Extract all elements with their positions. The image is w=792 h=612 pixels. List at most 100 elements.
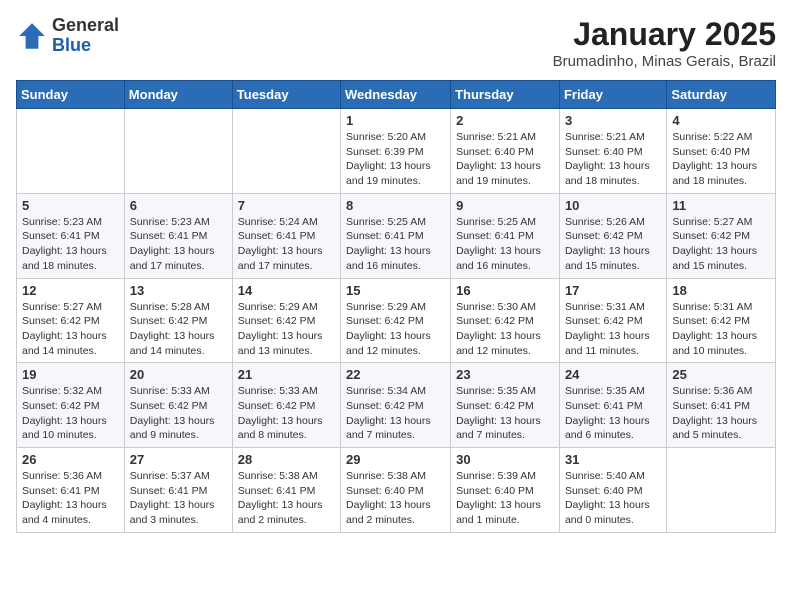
day-info: Sunrise: 5:21 AM Sunset: 6:40 PM Dayligh… xyxy=(565,130,661,189)
day-number: 13 xyxy=(130,283,227,298)
table-row: 8Sunrise: 5:25 AM Sunset: 6:41 PM Daylig… xyxy=(341,193,451,278)
logo-icon xyxy=(16,20,48,52)
day-info: Sunrise: 5:37 AM Sunset: 6:41 PM Dayligh… xyxy=(130,469,227,528)
table-row: 20 Sunrise: 5:33 AM Sunset: 6:42 PM Dayli… xyxy=(124,363,232,448)
calendar-week-2: 5Sunrise: 5:23 AM Sunset: 6:41 PM Daylig… xyxy=(17,193,776,278)
table-row: 10Sunrise: 5:26 AM Sunset: 6:42 PM Dayli… xyxy=(559,193,666,278)
table-row: 29Sunrise: 5:38 AM Sunset: 6:40 PM Dayli… xyxy=(341,448,451,533)
day-info: Sunrise: 5:35 AM Sunset: 6:41 PM Dayligh… xyxy=(565,384,661,443)
calendar-table: Sunday Monday Tuesday Wednesday Thursday… xyxy=(16,80,776,533)
table-row: 19Sunrise: 5:32 AM Sunset: 6:42 PM Dayli… xyxy=(17,363,125,448)
logo: General Blue xyxy=(16,16,119,56)
col-wednesday: Wednesday xyxy=(341,81,451,109)
day-number: 30 xyxy=(456,452,554,467)
table-row xyxy=(667,448,776,533)
day-number: 3 xyxy=(565,113,661,128)
day-info: Sunrise: 5:23 AM Sunset: 6:41 PM Dayligh… xyxy=(22,215,119,274)
day-number: 18 xyxy=(672,283,770,298)
title-block: January 2025 Brumadinho, Minas Gerais, B… xyxy=(553,16,776,70)
table-row: 14Sunrise: 5:29 AM Sunset: 6:42 PM Dayli… xyxy=(232,278,340,363)
table-row: 26 Sunrise: 5:36 AM Sunset: 6:41 PM Dayli… xyxy=(17,448,125,533)
day-number: 6 xyxy=(130,198,227,213)
day-info: Sunrise: 5:36 AM Sunset: 6:41 PM Dayligh… xyxy=(672,384,770,443)
day-info: Sunrise: 5:38 AM Sunset: 6:41 PM Dayligh… xyxy=(238,469,335,528)
day-info: Sunrise: 5:21 AM Sunset: 6:40 PM Dayligh… xyxy=(456,130,554,189)
col-thursday: Thursday xyxy=(451,81,560,109)
day-info: Sunrise: 5:27 AM Sunset: 6:42 PM Dayligh… xyxy=(22,300,119,359)
day-info: Sunrise: 5:36 AM Sunset: 6:41 PM Dayligh… xyxy=(22,469,119,528)
table-row: 5Sunrise: 5:23 AM Sunset: 6:41 PM Daylig… xyxy=(17,193,125,278)
header-row: Sunday Monday Tuesday Wednesday Thursday… xyxy=(17,81,776,109)
day-number: 28 xyxy=(238,452,335,467)
table-row: 4 Sunrise: 5:22 AM Sunset: 6:40 PM Daylig… xyxy=(667,109,776,194)
col-saturday: Saturday xyxy=(667,81,776,109)
calendar-title: January 2025 xyxy=(553,16,776,53)
table-row: 28 Sunrise: 5:38 AM Sunset: 6:41 PM Dayli… xyxy=(232,448,340,533)
day-number: 20 xyxy=(130,367,227,382)
table-row: 31 Sunrise: 5:40 AM Sunset: 6:40 PM Dayli… xyxy=(559,448,666,533)
day-info: Sunrise: 5:40 AM Sunset: 6:40 PM Dayligh… xyxy=(565,469,661,528)
day-info: Sunrise: 5:39 AM Sunset: 6:40 PM Dayligh… xyxy=(456,469,554,528)
day-number: 10 xyxy=(565,198,661,213)
table-row: 22Sunrise: 5:34 AM Sunset: 6:42 PM Dayli… xyxy=(341,363,451,448)
day-number: 1 xyxy=(346,113,445,128)
day-number: 9 xyxy=(456,198,554,213)
calendar-header: Sunday Monday Tuesday Wednesday Thursday… xyxy=(17,81,776,109)
table-row: 16 Sunrise: 5:30 AM Sunset: 6:42 PM Dayli… xyxy=(451,278,560,363)
table-row: 7 Sunrise: 5:24 AM Sunset: 6:41 PM Daylig… xyxy=(232,193,340,278)
day-info: Sunrise: 5:25 AM Sunset: 6:41 PM Dayligh… xyxy=(346,215,445,274)
logo-blue: Blue xyxy=(52,35,91,55)
day-number: 25 xyxy=(672,367,770,382)
day-info: Sunrise: 5:31 AM Sunset: 6:42 PM Dayligh… xyxy=(672,300,770,359)
day-info: Sunrise: 5:31 AM Sunset: 6:42 PM Dayligh… xyxy=(565,300,661,359)
day-number: 15 xyxy=(346,283,445,298)
day-number: 7 xyxy=(238,198,335,213)
day-number: 26 xyxy=(22,452,119,467)
day-info: Sunrise: 5:34 AM Sunset: 6:42 PM Dayligh… xyxy=(346,384,445,443)
day-number: 27 xyxy=(130,452,227,467)
day-info: Sunrise: 5:29 AM Sunset: 6:42 PM Dayligh… xyxy=(346,300,445,359)
day-number: 16 xyxy=(456,283,554,298)
day-number: 19 xyxy=(22,367,119,382)
day-number: 23 xyxy=(456,367,554,382)
table-row: 15 Sunrise: 5:29 AM Sunset: 6:42 PM Dayli… xyxy=(341,278,451,363)
table-row: 2 Sunrise: 5:21 AM Sunset: 6:40 PM Daylig… xyxy=(451,109,560,194)
day-number: 14 xyxy=(238,283,335,298)
day-number: 29 xyxy=(346,452,445,467)
day-number: 17 xyxy=(565,283,661,298)
table-row: 12 Sunrise: 5:27 AM Sunset: 6:42 PM Dayli… xyxy=(17,278,125,363)
table-row: 1 Sunrise: 5:20 AM Sunset: 6:39 PM Daylig… xyxy=(341,109,451,194)
day-info: Sunrise: 5:30 AM Sunset: 6:42 PM Dayligh… xyxy=(456,300,554,359)
col-sunday: Sunday xyxy=(17,81,125,109)
calendar-week-3: 12 Sunrise: 5:27 AM Sunset: 6:42 PM Dayli… xyxy=(17,278,776,363)
logo-text: General Blue xyxy=(52,16,119,56)
table-row: 25 Sunrise: 5:36 AM Sunset: 6:41 PM Dayli… xyxy=(667,363,776,448)
day-number: 4 xyxy=(672,113,770,128)
day-info: Sunrise: 5:24 AM Sunset: 6:41 PM Dayligh… xyxy=(238,215,335,274)
day-number: 11 xyxy=(672,198,770,213)
table-row: 30 Sunrise: 5:39 AM Sunset: 6:40 PM Dayli… xyxy=(451,448,560,533)
calendar-subtitle: Brumadinho, Minas Gerais, Brazil xyxy=(553,53,776,70)
table-row: 6Sunrise: 5:23 AM Sunset: 6:41 PM Daylig… xyxy=(124,193,232,278)
col-tuesday: Tuesday xyxy=(232,81,340,109)
calendar-week-4: 19Sunrise: 5:32 AM Sunset: 6:42 PM Dayli… xyxy=(17,363,776,448)
day-info: Sunrise: 5:20 AM Sunset: 6:39 PM Dayligh… xyxy=(346,130,445,189)
day-info: Sunrise: 5:33 AM Sunset: 6:42 PM Dayligh… xyxy=(130,384,227,443)
table-row: 27 Sunrise: 5:37 AM Sunset: 6:41 PM Dayli… xyxy=(124,448,232,533)
day-number: 31 xyxy=(565,452,661,467)
day-info: Sunrise: 5:35 AM Sunset: 6:42 PM Dayligh… xyxy=(456,384,554,443)
col-monday: Monday xyxy=(124,81,232,109)
calendar-week-5: 26 Sunrise: 5:36 AM Sunset: 6:41 PM Dayli… xyxy=(17,448,776,533)
day-info: Sunrise: 5:22 AM Sunset: 6:40 PM Dayligh… xyxy=(672,130,770,189)
day-number: 2 xyxy=(456,113,554,128)
table-row: 24Sunrise: 5:35 AM Sunset: 6:41 PM Dayli… xyxy=(559,363,666,448)
calendar-body: 1 Sunrise: 5:20 AM Sunset: 6:39 PM Daylig… xyxy=(17,109,776,533)
table-row: 17 Sunrise: 5:31 AM Sunset: 6:42 PM Dayli… xyxy=(559,278,666,363)
table-row: 3 Sunrise: 5:21 AM Sunset: 6:40 PM Daylig… xyxy=(559,109,666,194)
table-row: 21Sunrise: 5:33 AM Sunset: 6:42 PM Dayli… xyxy=(232,363,340,448)
day-info: Sunrise: 5:25 AM Sunset: 6:41 PM Dayligh… xyxy=(456,215,554,274)
day-number: 12 xyxy=(22,283,119,298)
day-info: Sunrise: 5:28 AM Sunset: 6:42 PM Dayligh… xyxy=(130,300,227,359)
day-info: Sunrise: 5:27 AM Sunset: 6:42 PM Dayligh… xyxy=(672,215,770,274)
day-info: Sunrise: 5:33 AM Sunset: 6:42 PM Dayligh… xyxy=(238,384,335,443)
